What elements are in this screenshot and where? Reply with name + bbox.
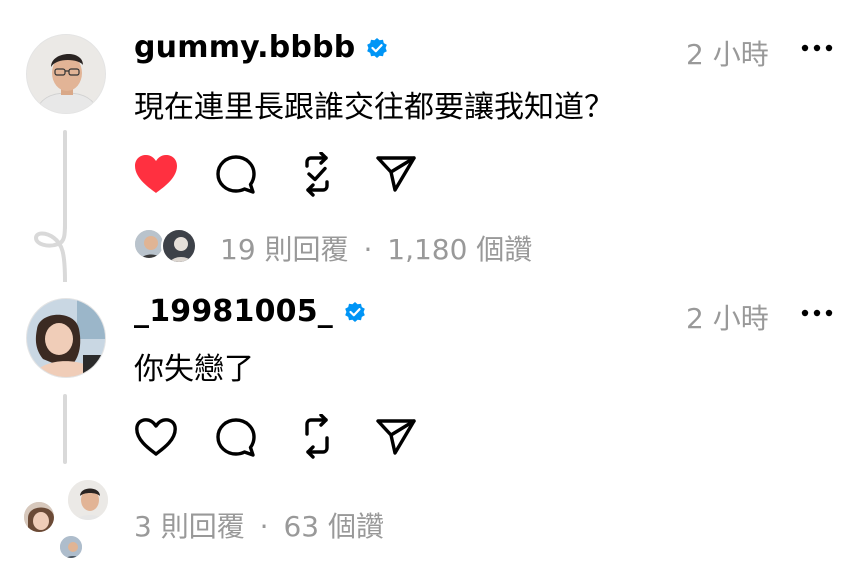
post-time: 2 小時 [686,38,769,71]
replier-avatar[interactable] [161,228,197,264]
user-photo-icon [27,35,105,113]
like-count[interactable]: 63 個讚 [283,510,384,543]
post-text: 現在連里長跟誰交往都要讓我知道？ [134,90,614,125]
replier-avatar[interactable] [66,478,110,522]
avatar[interactable] [26,34,106,114]
user-photo-icon [68,480,108,520]
post-time: 2 小時 [686,302,769,335]
avatar[interactable] [26,298,106,378]
replier-avatar[interactable] [58,534,84,560]
post-stats: 3 則回覆 · 63 個讚 [134,505,384,545]
reply-count[interactable]: 3 則回覆 [134,510,245,543]
user-photo-icon [163,230,195,262]
share-send-icon[interactable] [374,416,418,458]
thread-loop-icon [30,222,70,282]
like-count[interactable]: 1,180 個讚 [387,233,532,266]
username[interactable]: gummy.bbbb [134,30,355,65]
repost-check-icon[interactable] [295,152,339,198]
post-stats: 19 則回覆 · 1,180 個讚 [220,228,532,268]
post-header: gummy.bbbb [134,30,389,65]
more-options-icon[interactable] [800,307,834,319]
thread-line [63,394,67,464]
user-photo-icon [27,299,105,377]
user-photo-icon [24,502,54,532]
separator: · [363,233,373,266]
post-header: _19981005_ [134,294,367,329]
user-photo-icon [60,536,82,558]
verified-badge-icon [365,36,389,60]
comment-icon[interactable] [214,416,258,460]
thread-line [63,130,67,230]
post-text: 你失戀了 [134,352,254,387]
share-send-icon[interactable] [374,153,418,195]
separator: · [259,510,269,543]
repost-icon[interactable] [295,414,339,460]
comment-icon[interactable] [214,153,258,197]
heart-outline-icon[interactable] [133,416,179,458]
replier-avatar[interactable] [22,500,56,534]
heart-filled-icon[interactable] [133,153,179,195]
reply-count[interactable]: 19 則回覆 [220,233,349,266]
verified-badge-icon [343,300,367,324]
more-options-icon[interactable] [800,42,834,54]
username[interactable]: _19981005_ [134,294,333,329]
